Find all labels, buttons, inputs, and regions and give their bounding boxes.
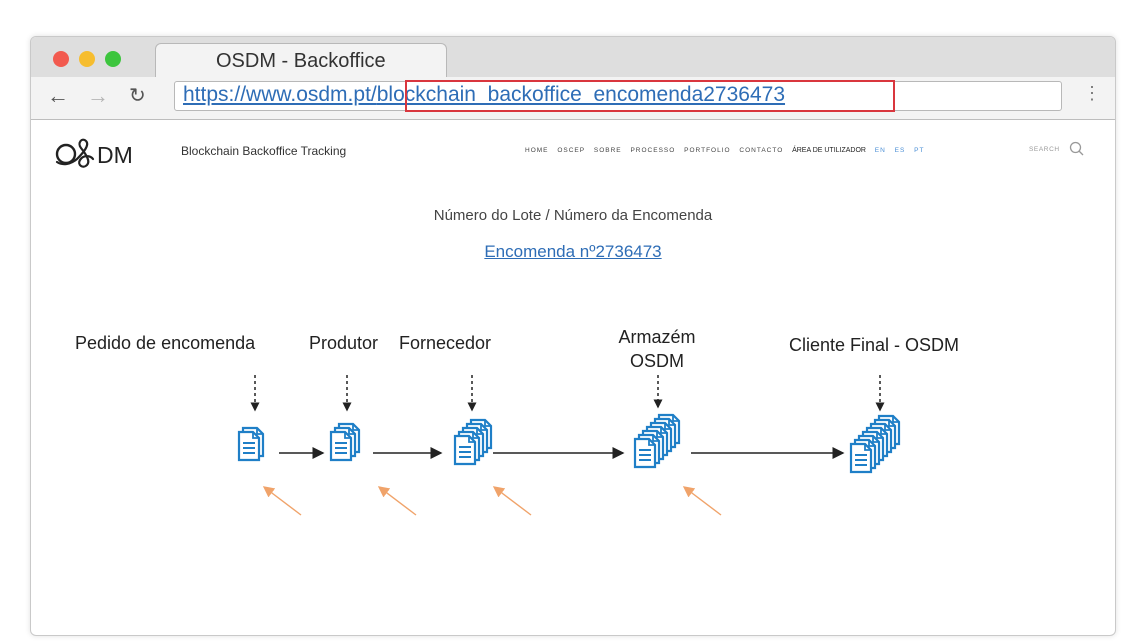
doc-stack-armazem [633,413,681,469]
incoming-dashed-arrows [250,375,885,412]
browser-window: OSDM - Backoffice ← → ↻ https://www.osdm… [30,36,1116,636]
orange-input-arrows [262,486,722,516]
doc-stack-produtor [329,422,361,462]
blockchain-flow-diagram [237,375,901,516]
doc-stack-pedido [237,426,265,462]
doc-stack-fornecedor [453,418,493,466]
doc-stack-cliente [849,414,901,474]
